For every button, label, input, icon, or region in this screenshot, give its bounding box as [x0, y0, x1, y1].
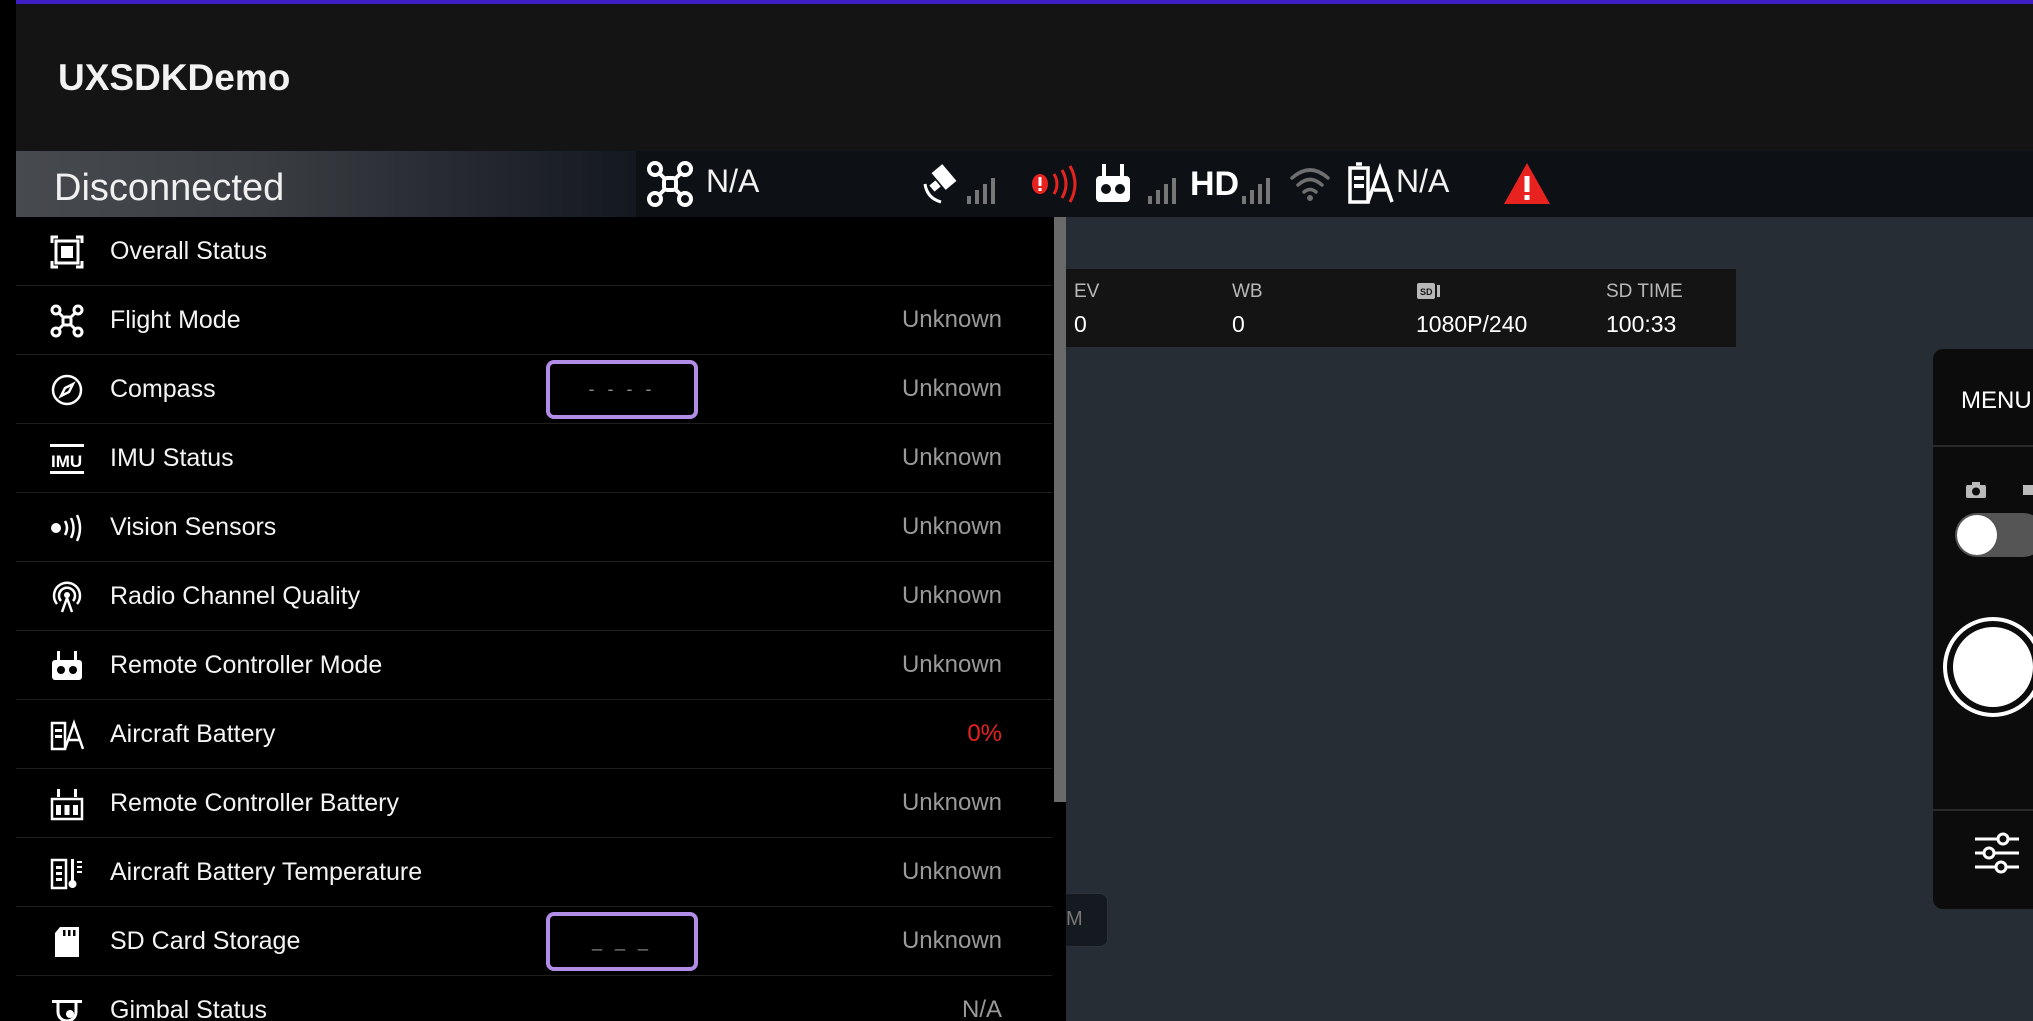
checklist-row-compass[interactable]: Compass - - - - Unknown: [16, 355, 1052, 424]
ev-setting[interactable]: EV 0: [1074, 281, 1099, 338]
gps-satellite-icon[interactable]: [921, 159, 1003, 209]
checklist-label: Aircraft Battery Temperature: [110, 858, 423, 886]
checklist-scrollbar[interactable]: [1054, 217, 1066, 802]
vision-sensor-icon: [49, 511, 85, 545]
checklist-label: Gimbal Status: [110, 996, 268, 1021]
connection-status: Disconnected: [54, 167, 285, 209]
checklist-value: Unknown: [901, 582, 1002, 609]
checklist-value: 0%: [967, 720, 1002, 747]
radio-signal-icon: [49, 580, 85, 614]
flight-mode-value: N/A: [706, 163, 760, 199]
warning-icon[interactable]: [1502, 159, 1552, 209]
compass-icon: [49, 373, 85, 407]
checklist-value: Unknown: [901, 444, 1002, 471]
svg-text:IMU: IMU: [51, 452, 82, 471]
preflight-checklist-panel[interactable]: Overall Status Flight Mode Unknown Compa…: [16, 217, 1066, 1021]
checklist-row-remote-controller-battery[interactable]: Remote Controller Battery Unknown: [16, 769, 1052, 838]
checklist-value: Unknown: [901, 789, 1002, 816]
rc-battery-icon: [49, 787, 85, 821]
checklist-value: Unknown: [901, 375, 1002, 402]
remote-controller-icon: [49, 649, 85, 683]
aircraft-battery-icon: [49, 718, 85, 752]
checklist-label: Vision Sensors: [110, 513, 277, 541]
camera-view[interactable]: EV 0 WB 0 SD 1080P/240 SD TIME 100:33 M: [1066, 217, 2033, 1021]
checklist-label: Remote Controller Mode: [110, 651, 383, 679]
checklist-label: Radio Channel Quality: [110, 582, 361, 610]
partially-hidden-button[interactable]: M: [1066, 893, 1108, 947]
imu-icon: IMU: [49, 442, 85, 476]
camera-settings-sliders-icon[interactable]: [1973, 829, 2021, 882]
checklist-row-sd-card-storage[interactable]: SD Card Storage _ _ _ Unknown: [16, 907, 1052, 976]
sd-card-small-icon: SD: [1416, 281, 1527, 305]
remote-controller-icon[interactable]: [1094, 159, 1186, 209]
mode-toggle[interactable]: [1955, 513, 2033, 557]
sd-card-icon: [49, 925, 85, 959]
shutter-button[interactable]: [1943, 617, 2033, 717]
checklist-row-vision-sensors[interactable]: Vision Sensors Unknown: [16, 493, 1052, 562]
obstacle-avoidance-icon[interactable]: [1030, 159, 1080, 209]
camera-settings-bar[interactable]: EV 0 WB 0 SD 1080P/240 SD TIME 100:33: [1066, 269, 1736, 347]
shutter-button-inner: [1953, 627, 2033, 707]
gimbal-icon: [49, 994, 85, 1021]
video-mode-icon: [2023, 485, 2033, 495]
checklist-value: Unknown: [901, 651, 1002, 678]
svg-text:SD: SD: [1420, 287, 1433, 297]
wifi-icon[interactable]: [1288, 159, 1332, 209]
checklist-value: Unknown: [901, 927, 1002, 954]
checklist-row-remote-controller-mode[interactable]: Remote Controller Mode Unknown: [16, 631, 1052, 700]
checklist-value: N/A: [961, 996, 1002, 1021]
wb-setting[interactable]: WB 0: [1232, 281, 1263, 338]
checklist-row-overall-status[interactable]: Overall Status: [16, 217, 1052, 286]
sd-time-setting[interactable]: SD TIME 100:33: [1606, 281, 1683, 338]
overall-status-icon: [49, 235, 85, 269]
hd-video-label: HD: [1190, 165, 1240, 203]
toggle-knob: [1957, 515, 1997, 555]
hd-video-signal-icon[interactable]: [1238, 159, 1280, 209]
checklist-value: Unknown: [901, 513, 1002, 540]
checklist-label: Compass: [110, 375, 216, 403]
app-title: UXSDKDemo: [58, 57, 291, 98]
checklist-label: Overall Status: [110, 237, 268, 265]
checklist-row-aircraft-battery[interactable]: Aircraft Battery 0%: [16, 700, 1052, 769]
checklist-value: Unknown: [901, 858, 1002, 885]
camera-control-panel: MENU: [1933, 349, 2033, 909]
checklist-label: IMU Status: [110, 444, 234, 472]
checklist-row-aircraft-battery-temperature[interactable]: Aircraft Battery Temperature Unknown: [16, 838, 1052, 907]
divider: [1933, 809, 2033, 811]
checklist-value: Unknown: [901, 306, 1002, 333]
checklist-row-radio-channel-quality[interactable]: Radio Channel Quality Unknown: [16, 562, 1052, 631]
checklist-label: SD Card Storage: [110, 927, 301, 955]
aircraft-battery-value: N/A: [1396, 163, 1450, 199]
checklist-row-gimbal-status[interactable]: Gimbal Status N/A: [16, 976, 1052, 1021]
left-edge: [0, 0, 16, 1021]
status-bar: Disconnected N/A HD N/A: [16, 151, 2033, 217]
sd-card-format-button[interactable]: _ _ _: [546, 912, 698, 971]
checklist-label: Aircraft Battery: [110, 720, 276, 748]
camera-mode-icon: [1965, 481, 1987, 504]
checklist-row-flight-mode[interactable]: Flight Mode Unknown: [16, 286, 1052, 355]
compass-calibrate-button[interactable]: - - - -: [546, 360, 698, 419]
menu-button[interactable]: MENU: [1961, 387, 2032, 415]
checklist-row-imu-status[interactable]: IMU IMU Status Unknown: [16, 424, 1052, 493]
app-bar: UXSDKDemo: [16, 4, 2033, 151]
aircraft-battery-icon[interactable]: [1346, 159, 1394, 209]
resolution-setting[interactable]: SD 1080P/240: [1416, 281, 1527, 338]
aircraft-icon[interactable]: [646, 159, 694, 209]
drone-icon: [49, 304, 85, 338]
connection-status-area[interactable]: Disconnected: [16, 151, 636, 217]
checklist-label: Remote Controller Battery: [110, 789, 400, 817]
checklist-label: Flight Mode: [110, 306, 241, 334]
divider: [1933, 445, 2033, 447]
battery-temperature-icon: [49, 856, 85, 890]
